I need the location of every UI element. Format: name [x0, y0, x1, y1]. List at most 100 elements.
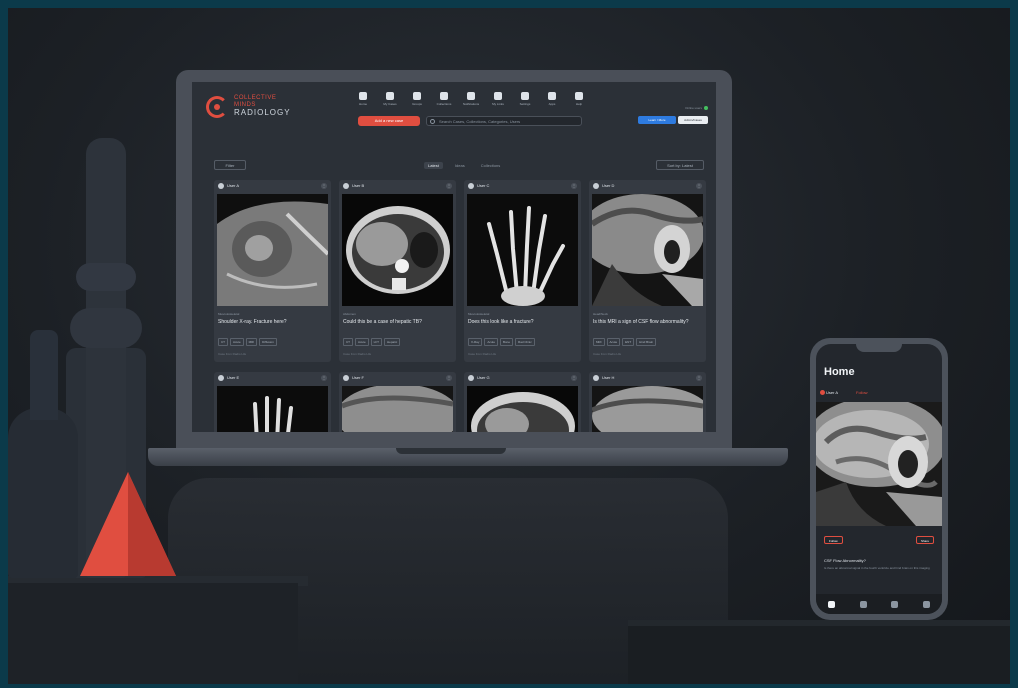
card-user-name[interactable]: User H — [602, 375, 614, 380]
upload-icon[interactable] — [859, 600, 867, 608]
phone-follow-button[interactable]: Follow — [824, 536, 843, 544]
avatar[interactable] — [593, 375, 599, 381]
tag[interactable]: Acute — [230, 338, 244, 346]
add-case-button[interactable]: Add a new case — [358, 116, 420, 126]
filter-button[interactable]: Filter — [214, 160, 246, 170]
phone-user-name[interactable]: User A — [826, 390, 838, 395]
more-options-icon[interactable]: ⋮ — [446, 183, 452, 189]
nav-item[interactable]: My Links — [489, 92, 507, 106]
phone-case-image[interactable] — [816, 402, 942, 526]
nav-item[interactable]: Help — [570, 92, 588, 106]
avatar[interactable] — [343, 375, 349, 381]
tag[interactable]: Acute — [484, 338, 499, 346]
card-user-name[interactable]: User E — [227, 375, 239, 380]
tag[interactable]: MRI — [245, 338, 258, 346]
card-title[interactable]: Does this look like a fracture? — [468, 319, 576, 325]
admin-cases-button[interactable]: Admin/Cases — [678, 116, 708, 124]
home-icon[interactable] — [828, 600, 836, 608]
more-options-icon[interactable]: ⋮ — [321, 375, 327, 381]
card-user-name[interactable]: User C — [477, 183, 489, 188]
nav-item[interactable]: Notifications — [462, 92, 480, 106]
nav-item[interactable]: Home — [354, 92, 372, 106]
card-header: User G ⋮ — [464, 372, 581, 384]
case-image[interactable] — [592, 386, 703, 432]
tag[interactable]: MRI — [593, 338, 605, 346]
learn-more-button[interactable]: Learn / More — [638, 116, 676, 124]
avatar[interactable] — [593, 183, 599, 189]
nav-item[interactable]: Groups — [408, 92, 426, 106]
case-image[interactable] — [342, 194, 453, 306]
profile-icon[interactable] — [922, 600, 930, 608]
case-card[interactable]: User C ⋮ Musculoskeletal Does this look lik… — [464, 180, 581, 362]
case-card[interactable]: User A ⋮ Musculoskeletal Shoulder X-ray. Fr… — [214, 180, 331, 362]
case-card[interactable]: User F ⋮ — [339, 372, 456, 432]
tag[interactable]: CT — [218, 338, 228, 346]
logo-line1: COLLECTIVE — [234, 95, 277, 101]
avatar[interactable] — [218, 375, 224, 381]
tag[interactable]: Acute — [606, 338, 621, 346]
more-options-icon[interactable]: ⋮ — [446, 375, 452, 381]
case-card[interactable]: User H ⋮ — [589, 372, 706, 432]
card-header: User B ⋮ — [339, 180, 456, 192]
tag[interactable]: CT — [343, 338, 353, 346]
card-user-name[interactable]: User G — [477, 375, 490, 380]
tag[interactable]: LFT — [370, 338, 383, 346]
card-category: Musculoskeletal — [218, 312, 240, 316]
nav-item[interactable]: Settings — [516, 92, 534, 106]
card-title[interactable]: Is this MRI a sign of CSF flow abnormali… — [593, 319, 701, 325]
tag[interactable]: X-Ray — [468, 338, 483, 346]
more-options-icon[interactable]: ⋮ — [571, 183, 577, 189]
phone-screen: Home User A Follow Follow Share CSF Flow… — [816, 344, 942, 614]
nav-item[interactable]: Apps — [543, 92, 561, 106]
more-options-icon[interactable]: ⋮ — [321, 183, 327, 189]
case-card[interactable]: User G ⋮ — [464, 372, 581, 432]
case-card[interactable]: User E ⋮ — [214, 372, 331, 432]
view-tab[interactable]: Ideas — [451, 162, 469, 169]
tag[interactable]: Hind Brain — [636, 338, 657, 346]
case-image[interactable] — [467, 194, 578, 306]
more-options-icon[interactable]: ⋮ — [571, 375, 577, 381]
card-user-name[interactable]: User B — [352, 183, 364, 188]
case-image[interactable] — [467, 386, 578, 432]
case-image[interactable] — [592, 194, 703, 306]
card-user-name[interactable]: User A — [227, 183, 239, 188]
tag[interactable]: Hepatic — [384, 338, 401, 346]
vase-bulb — [70, 308, 142, 348]
more-options-icon[interactable]: ⋮ — [696, 375, 702, 381]
avatar[interactable] — [343, 183, 349, 189]
case-image[interactable] — [217, 194, 328, 306]
card-user-name[interactable]: User F — [352, 375, 364, 380]
view-tab[interactable]: Collections — [477, 162, 505, 169]
card-user-name[interactable]: User D — [602, 183, 614, 188]
avatar[interactable] — [218, 183, 224, 189]
sort-dropdown[interactable]: Sort by: Latest — [656, 160, 704, 170]
tag[interactable]: Acute — [355, 338, 369, 346]
view-tab[interactable]: Latest — [424, 162, 443, 169]
search-icon[interactable] — [891, 600, 899, 608]
more-options-icon[interactable]: ⋮ — [696, 183, 702, 189]
phone-share-button[interactable]: Share — [915, 536, 934, 544]
case-card[interactable]: User D ⋮ Head/Neck Is this MRI a sign of CS… — [589, 180, 706, 362]
logo-text[interactable]: COLLECTIVE MINDS RADIOLOGY — [234, 95, 291, 117]
avatar[interactable] — [468, 375, 474, 381]
tag[interactable]: ENT — [622, 338, 635, 346]
case-grid: User A ⋮ Musculoskeletal Shoulder X-ray. Fr… — [214, 180, 706, 432]
case-image[interactable] — [217, 386, 328, 432]
search-input[interactable]: Search Cases, Collections, Categories, U… — [426, 116, 582, 126]
nav-item-label: Collections — [436, 102, 452, 106]
case-image[interactable] — [342, 386, 453, 432]
avatar[interactable] — [820, 390, 825, 395]
phone-case-title[interactable]: CSF Flow Abnormality? — [824, 558, 866, 563]
case-card[interactable]: User B ⋮ Abdomen Could this be a case of he… — [339, 180, 456, 362]
tag[interactable]: Bone — [500, 338, 514, 346]
nav-item[interactable]: My Cases — [381, 92, 399, 106]
card-title[interactable]: Shoulder X-ray. Fracture here? — [218, 319, 326, 325]
help-icon — [575, 92, 583, 100]
tag[interactable]: Rad Clinic — [515, 338, 535, 346]
avatar[interactable] — [468, 183, 474, 189]
nav-item[interactable]: Collections — [435, 92, 453, 106]
card-title[interactable]: Could this be a case of hepatic TB? — [343, 319, 451, 325]
phone-follow-link[interactable]: Follow — [856, 390, 868, 395]
tag[interactable]: Diffusion — [259, 338, 277, 346]
card-source: Case from Radio Life — [218, 352, 247, 356]
